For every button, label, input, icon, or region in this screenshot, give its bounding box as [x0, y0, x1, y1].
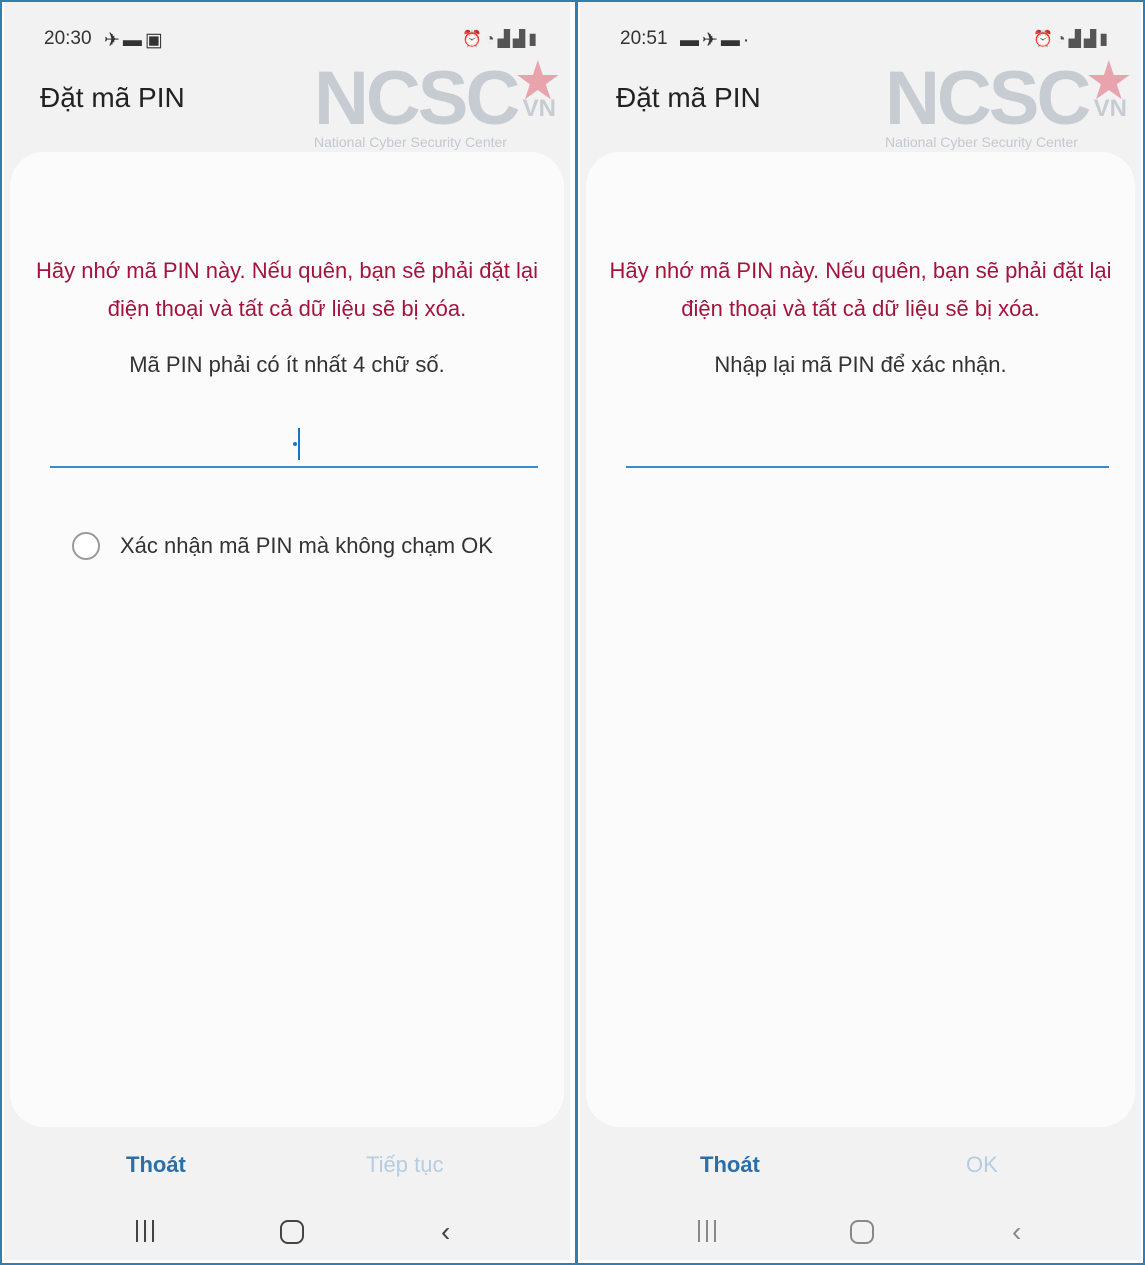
pin-card: Hãy nhớ mã PIN này. Nếu quên, bạn sẽ phả… [10, 152, 564, 1127]
phone-screen-confirm-pin: 20:51 ▬✈▬· ⏰◔▟▟▮ Đặt mã PIN NCSC ★ VN Na… [580, 2, 1141, 1260]
watermark-logo-text: NCSC [314, 56, 520, 141]
status-time: 20:30 [44, 28, 92, 49]
pin-hint-text: Mã PIN phải có ít nhất 4 chữ số. [129, 352, 445, 377]
calendar-icon: ▣ [144, 30, 166, 51]
watermark-suffix: VN [522, 95, 556, 122]
status-bar: 20:51 ▬✈▬· ⏰◔▟▟▮ [620, 26, 1111, 54]
back-icon[interactable]: ‹ [441, 1216, 450, 1248]
wifi-icon: ◔ [1055, 31, 1069, 48]
pin-confirm-input[interactable] [626, 420, 1109, 468]
ncsc-watermark-logo: NCSC ★ VN National Cyber Security Center [885, 51, 1135, 157]
signal-icon: ✈ [702, 30, 721, 51]
message-icon: ▬ [122, 30, 145, 51]
pin-warning-text: Hãy nhớ mã PIN này. Nếu quên, bạn sẽ phả… [36, 258, 538, 321]
exit-button[interactable]: Thoát [126, 1152, 186, 1178]
confirm-without-ok-label: Xác nhận mã PIN mà không chạm OK [120, 533, 493, 558]
ok-button[interactable]: OK [966, 1152, 998, 1178]
page-title: Đặt mã PIN [616, 82, 761, 113]
status-time: 20:51 [620, 28, 668, 49]
continue-button[interactable]: Tiếp tục [366, 1152, 443, 1178]
bottom-action-bar: Thoát OK [580, 1152, 1141, 1192]
recent-apps-icon[interactable] [134, 1220, 156, 1242]
confirm-without-ok-option[interactable]: Xác nhận mã PIN mà không chạm OK [72, 532, 493, 560]
message-icon: ▬ [720, 30, 743, 51]
watermark-subtitle: National Cyber Security Center [885, 134, 1078, 150]
exit-button[interactable]: Thoát [700, 1152, 760, 1178]
home-icon[interactable] [280, 1220, 304, 1244]
pin-input[interactable] [50, 420, 538, 468]
status-system-icons: ⏰◔▟▟▮ [1033, 29, 1111, 49]
watermark-logo-text: NCSC [885, 56, 1091, 141]
wifi-icon: ◔ [484, 31, 498, 48]
alarm-icon: ⏰ [1032, 31, 1056, 48]
ncsc-watermark-logo: NCSC ★ VN National Cyber Security Center [314, 51, 564, 157]
message-icon: ▬ [680, 30, 702, 51]
phone-screen-enter-pin: 20:30 ✈▬▣ ⏰◔▟▟▮ Đặt mã PIN NCSC ★ VN Nat… [4, 2, 570, 1260]
watermark-subtitle: National Cyber Security Center [314, 134, 507, 150]
signal-icon: ✈ [104, 30, 123, 51]
cell-signal-icon: ▟▟ [497, 31, 529, 48]
pin-dot [293, 442, 297, 446]
text-cursor [298, 428, 300, 460]
pin-card: Hãy nhớ mã PIN này. Nếu quên, bạn sẽ phả… [586, 152, 1135, 1127]
recent-apps-icon[interactable] [696, 1220, 718, 1242]
confirm-without-ok-checkbox[interactable] [72, 532, 100, 560]
page-title: Đặt mã PIN [40, 82, 185, 113]
battery-icon: ▮ [528, 31, 540, 48]
watermark-suffix: VN [1093, 95, 1127, 122]
pin-warning-text: Hãy nhớ mã PIN này. Nếu quên, bạn sẽ phả… [609, 258, 1112, 321]
battery-icon: ▮ [1099, 31, 1111, 48]
back-icon[interactable]: ‹ [1012, 1216, 1021, 1248]
home-icon[interactable] [850, 1220, 874, 1244]
alarm-icon: ⏰ [461, 31, 485, 48]
bottom-action-bar: Thoát Tiếp tục [4, 1152, 570, 1192]
dot-icon: · [742, 30, 753, 51]
navigation-bar: ‹ [580, 1214, 1141, 1254]
pin-hint-text: Nhập lại mã PIN để xác nhận. [714, 352, 1007, 377]
status-notification-icons: ▬✈▬· [680, 29, 752, 52]
cell-signal-icon: ▟▟ [1068, 31, 1100, 48]
navigation-bar: ‹ [4, 1214, 570, 1254]
status-notification-icons: ✈▬▣ [104, 29, 166, 52]
status-bar: 20:30 ✈▬▣ ⏰◔▟▟▮ [44, 26, 540, 54]
screen-divider [575, 0, 578, 1265]
status-system-icons: ⏰◔▟▟▮ [462, 29, 540, 49]
